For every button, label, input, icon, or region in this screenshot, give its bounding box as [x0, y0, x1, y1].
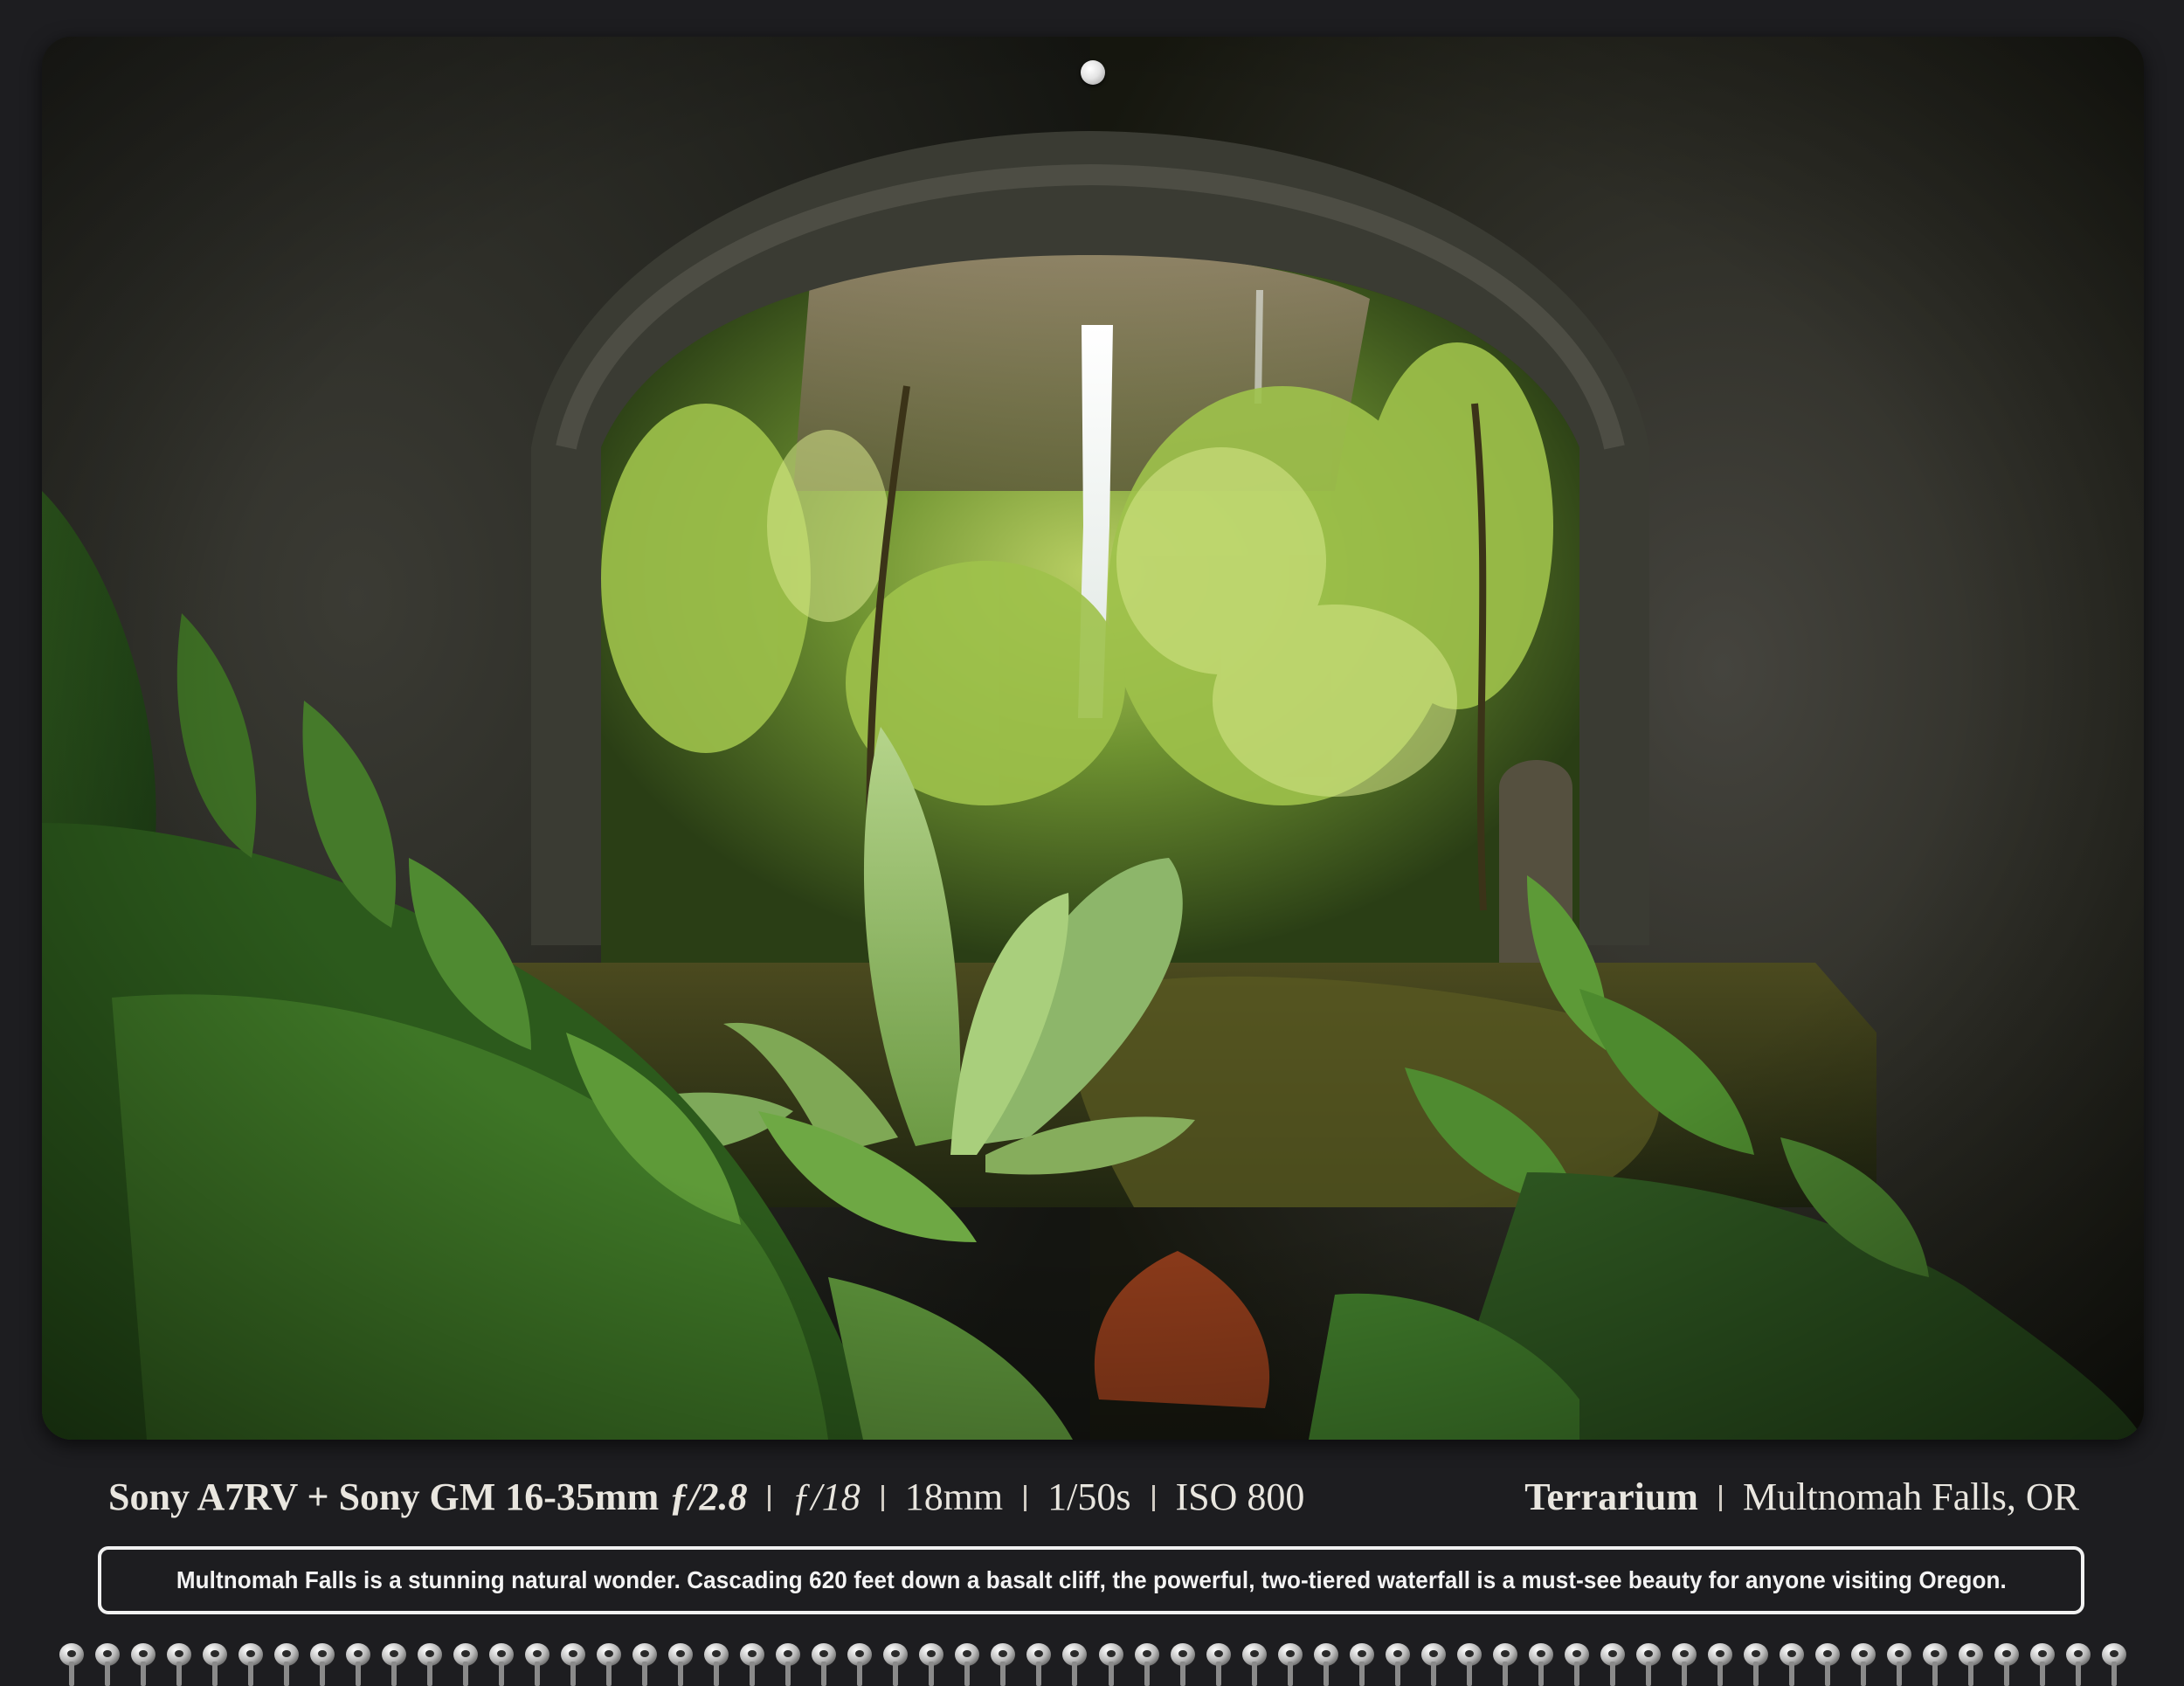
binding-ring-icon: [2102, 1643, 2126, 1686]
binding-ring-icon: [203, 1643, 228, 1686]
calendar-page: Sony A7RV + Sony GM 16-35mm ƒ/2.8 ƒ/18 1…: [0, 0, 2184, 1686]
binding-ring-icon: [1994, 1643, 2019, 1686]
binding-ring-icon: [561, 1643, 586, 1686]
separator: [881, 1485, 884, 1511]
binding-ring-icon: [1779, 1643, 1804, 1686]
binding-ring-icon: [1886, 1643, 1911, 1686]
binding-ring-icon: [59, 1643, 84, 1686]
binding-ring-icon: [1922, 1643, 1947, 1686]
binding-ring-icon: [1743, 1643, 1768, 1686]
exif-info: Sony A7RV + Sony GM 16-35mm ƒ/2.8 ƒ/18 1…: [108, 1475, 1304, 1519]
title-location: Terrarium Multnomah Falls, OR: [1524, 1475, 2079, 1519]
binding-ring-icon: [919, 1643, 944, 1686]
binding-ring-icon: [597, 1643, 622, 1686]
spiral-binding: [58, 1641, 2128, 1686]
binding-ring-icon: [2029, 1643, 2055, 1686]
separator: [1718, 1485, 1722, 1511]
photo-location: Multnomah Falls, OR: [1742, 1475, 2079, 1518]
binding-ring-icon: [310, 1643, 335, 1686]
camera-lens: Sony A7RV + Sony GM 16-35mm: [108, 1475, 660, 1518]
shutter-speed: 1/50s: [1047, 1475, 1131, 1518]
binding-ring-icon: [95, 1643, 121, 1686]
binding-ring-icon: [776, 1643, 801, 1686]
separator: [1024, 1485, 1027, 1511]
binding-ring-icon: [1456, 1643, 1482, 1686]
binding-ring-icon: [740, 1643, 765, 1686]
binding-ring-icon: [489, 1643, 515, 1686]
binding-ring-icon: [1420, 1643, 1446, 1686]
photo-artwork: [42, 37, 2144, 1440]
binding-ring-icon: [632, 1643, 658, 1686]
binding-ring-icon: [1026, 1643, 1052, 1686]
binding-ring-icon: [847, 1643, 873, 1686]
binding-ring-icon: [1564, 1643, 1589, 1686]
max-aperture: ƒ/2.8: [669, 1475, 748, 1518]
binding-ring-icon: [1492, 1643, 1517, 1686]
binding-ring-icon: [382, 1643, 407, 1686]
binding-ring-icon: [167, 1643, 192, 1686]
binding-ring-icon: [1600, 1643, 1625, 1686]
binding-ring-icon: [1098, 1643, 1123, 1686]
binding-ring-icon: [1850, 1643, 1876, 1686]
binding-ring-icon: [1241, 1643, 1267, 1686]
binding-ring-icon: [1814, 1643, 1840, 1686]
binding-ring-icon: [1313, 1643, 1338, 1686]
binding-ring-icon: [1707, 1643, 1732, 1686]
separator: [1151, 1485, 1155, 1511]
binding-ring-icon: [1385, 1643, 1410, 1686]
binding-ring-icon: [883, 1643, 909, 1686]
binding-ring-icon: [274, 1643, 300, 1686]
iso: ISO 800: [1175, 1475, 1305, 1518]
binding-ring-icon: [1277, 1643, 1303, 1686]
landscape-photo: [42, 37, 2144, 1440]
binding-ring-icon: [238, 1643, 264, 1686]
binding-ring-icon: [1671, 1643, 1697, 1686]
binding-ring-icon: [1062, 1643, 1088, 1686]
binding-ring-icon: [1170, 1643, 1195, 1686]
binding-ring-icon: [1134, 1643, 1159, 1686]
binding-ring-icon: [704, 1643, 729, 1686]
binding-ring-icon: [418, 1643, 443, 1686]
description-box: Multnomah Falls is a stunning natural wo…: [98, 1546, 2084, 1614]
binding-ring-icon: [525, 1643, 550, 1686]
description-text: Multnomah Falls is a stunning natural wo…: [176, 1566, 2007, 1593]
aperture: ƒ/18: [791, 1475, 860, 1518]
hanging-hole: [1081, 60, 1105, 85]
binding-ring-icon: [812, 1643, 837, 1686]
binding-ring-icon: [1206, 1643, 1231, 1686]
binding-ring-icon: [955, 1643, 980, 1686]
binding-ring-icon: [2065, 1643, 2091, 1686]
binding-ring-icon: [1958, 1643, 1983, 1686]
focal-length: 18mm: [904, 1475, 1004, 1518]
binding-ring-icon: [453, 1643, 479, 1686]
binding-ring-icon: [1635, 1643, 1661, 1686]
binding-ring-icon: [1349, 1643, 1374, 1686]
photo-title: Terrarium: [1524, 1475, 1698, 1518]
binding-ring-icon: [346, 1643, 371, 1686]
binding-ring-icon: [991, 1643, 1016, 1686]
photo-caption: Sony A7RV + Sony GM 16-35mm ƒ/2.8 ƒ/18 1…: [108, 1468, 2079, 1525]
binding-ring-icon: [131, 1643, 156, 1686]
binding-ring-icon: [1528, 1643, 1553, 1686]
binding-ring-icon: [668, 1643, 694, 1686]
separator: [768, 1485, 771, 1511]
